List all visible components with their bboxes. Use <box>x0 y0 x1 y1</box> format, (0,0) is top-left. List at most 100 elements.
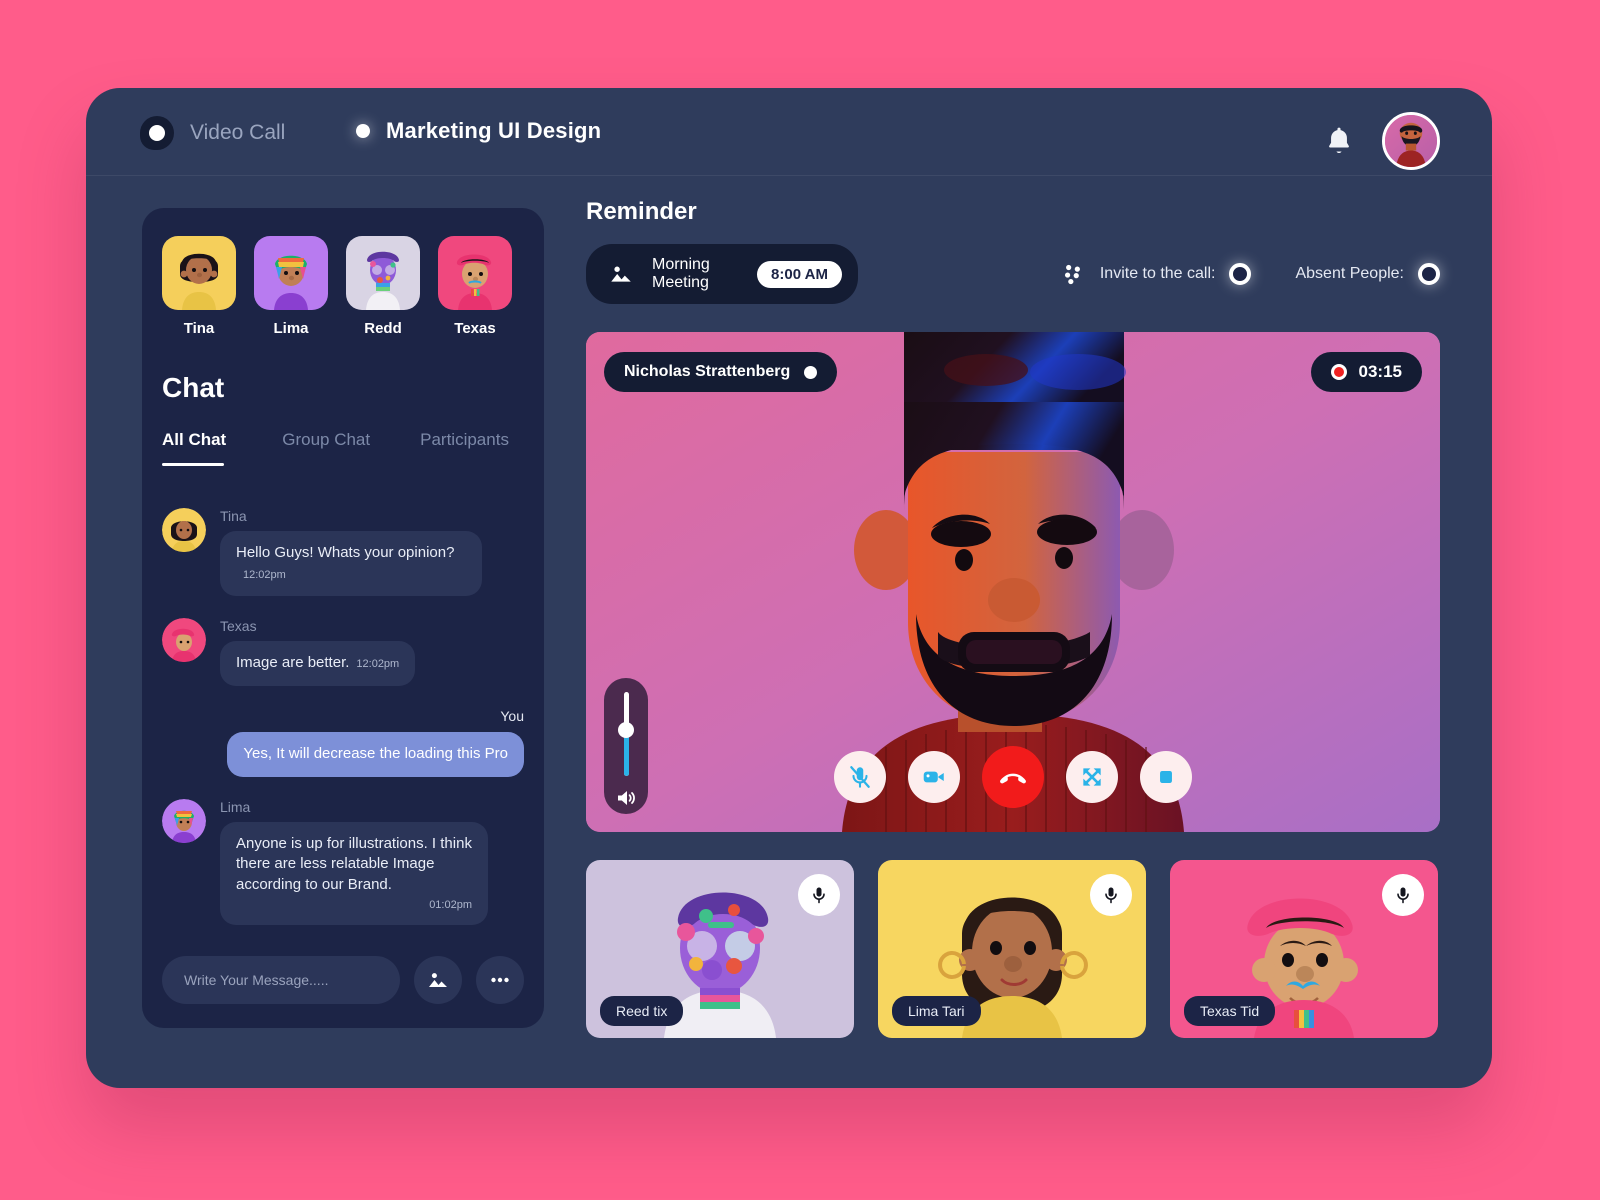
thumbnail-name: Texas Tid <box>1184 996 1276 1026</box>
app-logo-icon <box>140 116 174 150</box>
thumbnail-mic-button[interactable] <box>798 874 840 916</box>
participant-card[interactable]: Texas <box>438 236 512 337</box>
speaker-icon <box>618 791 635 805</box>
message-bubble: Yes, It will decrease the loading this P… <box>227 732 524 777</box>
absent-toggle-icon[interactable] <box>1418 263 1440 285</box>
tab-participants[interactable]: Participants <box>420 430 509 466</box>
absent-label: Absent People: <box>1295 265 1404 282</box>
chat-message: Texas Image are better. 12:02pm <box>162 618 524 687</box>
main-video-stage[interactable]: Nicholas Strattenberg 03:15 <box>586 332 1440 832</box>
call-controls <box>834 746 1192 808</box>
call-actions: Invite to the call: Absent People: <box>1060 261 1440 287</box>
top-bar: Video Call Marketing UI Design <box>86 88 1492 176</box>
message-text: Yes, It will decrease the loading this P… <box>243 745 508 763</box>
message-time: 12:02pm <box>356 658 400 671</box>
mic-icon <box>1397 887 1409 904</box>
message-input[interactable] <box>162 956 400 1004</box>
speaker-name: Nicholas Strattenberg <box>624 363 791 380</box>
chat-heading: Chat <box>162 372 225 403</box>
thumbnail-tile[interactable]: Lima Tari <box>878 860 1146 1038</box>
thumbnail-mic-button[interactable] <box>1090 874 1132 916</box>
absent-people-control[interactable]: Absent People: <box>1295 263 1440 285</box>
grid-dots-icon <box>1064 264 1080 285</box>
reminder-time: 8:00 AM <box>757 260 842 288</box>
video-icon <box>923 771 944 783</box>
fullscreen-button[interactable] <box>1066 751 1118 803</box>
message-composer <box>162 956 524 1004</box>
message-text: Anyone is up for illustrations. I think … <box>236 834 472 894</box>
message-bubble: Anyone is up for illustrations. I think … <box>220 821 488 925</box>
message-text: Image are better. <box>236 654 350 672</box>
message-list: Tina Hello Guys! Whats your opinion? 12:0… <box>162 508 524 925</box>
message-body: Lima Anyone is up for illustrations. I t… <box>220 799 524 925</box>
volume-knob[interactable] <box>618 721 634 738</box>
speaker-name-tag: Nicholas Strattenberg <box>604 352 838 392</box>
top-bar-actions <box>1322 112 1440 170</box>
participant-thumbnails: Reed tix Lima Tari Texas Tid <box>586 860 1440 1038</box>
participants-strip: Tina Lima Redd Texas <box>162 236 512 337</box>
reminder-heading: Reminder <box>586 198 697 225</box>
chat-panel: Tina Lima Redd Texas Chat All Chat Group… <box>142 208 544 1028</box>
app-window: Video Call Marketing UI Design Tina Lima… <box>86 88 1492 1088</box>
message-avatar <box>162 508 206 552</box>
avatar[interactable] <box>1382 112 1440 170</box>
message-time: 01:02pm <box>429 898 472 911</box>
participant-name: Tina <box>183 320 215 337</box>
project-indicator[interactable]: Marketing UI Design <box>356 118 601 144</box>
thumbnail-tile[interactable]: Reed tix <box>586 860 854 1038</box>
mic-icon <box>813 887 825 904</box>
invite-label: Invite to the call: <box>1099 265 1216 282</box>
message-text: Hello Guys! Whats your opinion? <box>236 544 455 561</box>
video-button[interactable] <box>908 751 960 803</box>
mic-icon <box>1105 887 1117 904</box>
participant-card[interactable]: Redd <box>346 236 420 337</box>
invite-toggle-icon[interactable] <box>1229 263 1252 285</box>
participant-avatar <box>438 236 512 310</box>
tab-group-chat[interactable]: Group Chat <box>282 430 370 466</box>
participant-name: Lima <box>273 320 309 337</box>
record-icon <box>1330 364 1347 380</box>
volume-track[interactable] <box>618 692 634 776</box>
participant-name: Redd <box>364 320 402 337</box>
image-icon <box>611 266 631 282</box>
participant-card[interactable]: Lima <box>254 236 328 337</box>
page-title: Marketing UI Design <box>386 118 602 143</box>
chat-message: Lima Anyone is up for illustrations. I t… <box>162 798 524 925</box>
volume-slider[interactable] <box>604 678 648 814</box>
stop-share-button[interactable] <box>1140 751 1192 803</box>
brand[interactable]: Video Call <box>140 116 285 150</box>
reminder-title: Morning Meeting <box>652 256 710 291</box>
participant-avatar <box>254 236 328 310</box>
thumbnail-mic-button[interactable] <box>1382 874 1424 916</box>
message-sender: Tina <box>220 508 247 524</box>
more-options-icon <box>491 977 509 983</box>
chat-message: Tina Hello Guys! Whats your opinion? 12:0… <box>162 508 524 597</box>
tab-all-chat[interactable]: All Chat <box>162 430 226 466</box>
message-time: 12:02pm <box>243 568 286 581</box>
speaking-dot-icon <box>804 365 818 379</box>
attach-image-button[interactable] <box>414 956 462 1004</box>
participant-card[interactable]: Tina <box>162 236 236 337</box>
participant-avatar <box>346 236 420 310</box>
call-timer: 03:15 <box>1310 352 1422 392</box>
end-call-button[interactable] <box>982 746 1044 808</box>
message-bubble: Hello Guys! Whats your opinion? 12:02pm <box>220 531 482 597</box>
invite-to-call-control[interactable]: Invite to the call: <box>1060 261 1252 287</box>
reminder-card[interactable]: Morning Meeting 8:00 AM <box>586 244 858 304</box>
participant-name: Texas <box>454 320 496 337</box>
chat-message-self: You Yes, It will decrease the loading th… <box>162 708 524 777</box>
message-bubble: Image are better. 12:02pm <box>220 641 416 687</box>
status-dot-icon <box>356 124 370 138</box>
reminder-row: Morning Meeting 8:00 AM Invite to the ca… <box>586 244 1440 304</box>
message-avatar <box>162 618 206 663</box>
mic-muted-button[interactable] <box>834 751 886 803</box>
expand-icon <box>1083 768 1101 786</box>
participant-avatar <box>162 236 236 310</box>
message-avatar <box>162 798 206 843</box>
message-body: Texas Image are better. 12:02pm <box>220 618 524 687</box>
thumbnail-tile[interactable]: Texas Tid <box>1170 860 1438 1038</box>
timer-value: 03:15 <box>1358 362 1402 381</box>
bell-icon[interactable] <box>1322 124 1356 158</box>
more-options-button[interactable] <box>476 956 524 1004</box>
stop-square-icon <box>1160 771 1172 783</box>
